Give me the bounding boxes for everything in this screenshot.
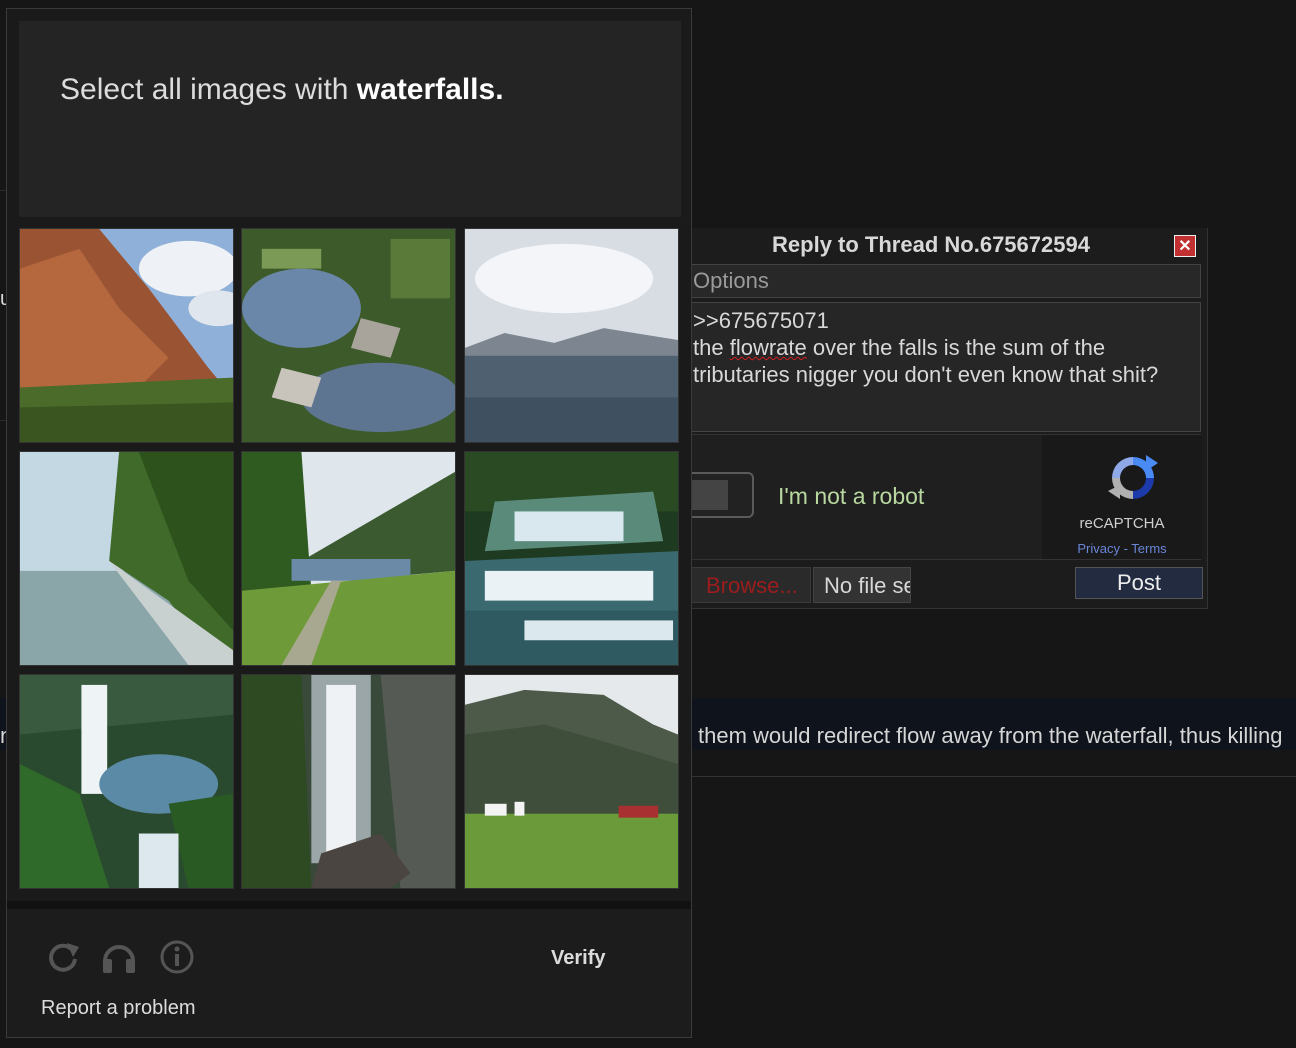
quick-reply-form: Reply to Thread No.675672594 ✕ Options >…	[690, 228, 1208, 609]
recaptcha-links: Privacy - Terms	[1042, 541, 1202, 556]
image-tile-mountain[interactable]	[464, 674, 679, 889]
browse-button[interactable]: Browse...	[691, 567, 811, 603]
recaptcha-brand-text: reCAPTCHA	[1079, 515, 1165, 532]
comment-line-1: >>675675071	[693, 308, 829, 333]
report-problem-link[interactable]: Report a problem	[41, 997, 196, 1020]
background-divider	[692, 776, 1296, 777]
file-status: No file selected.	[813, 567, 911, 603]
privacy-link[interactable]: Privacy	[1077, 541, 1120, 556]
image-tile-river[interactable]	[19, 451, 234, 666]
recaptcha-branding: reCAPTCHA Privacy - Terms	[1042, 435, 1202, 559]
challenge-footer: Verify Report a problem	[7, 909, 691, 1037]
comment-textarea[interactable]: >>675675071 the flowrate over the falls …	[691, 302, 1201, 432]
image-tile-valley[interactable]	[241, 451, 456, 666]
options-field[interactable]: Options	[691, 264, 1201, 298]
reply-title: Reply to Thread No.675672594	[772, 232, 1090, 257]
challenge-prompt: Select all images with waterfalls.	[60, 73, 504, 107]
recaptcha-checkbox[interactable]	[692, 472, 754, 518]
challenge-header: Select all images with waterfalls.	[19, 21, 681, 217]
comment-line-2-pre: the	[693, 335, 730, 360]
post-button[interactable]: Post	[1075, 567, 1203, 599]
close-icon[interactable]: ✕	[1174, 235, 1196, 257]
headphones-icon[interactable]	[101, 939, 137, 975]
info-icon[interactable]	[159, 939, 195, 975]
image-tile-cliff[interactable]	[19, 228, 234, 443]
reload-icon[interactable]	[45, 939, 81, 975]
image-tile-stream[interactable]	[241, 228, 456, 443]
recaptcha-logo-icon	[1108, 455, 1158, 499]
comment-line-3: tributaries nigger you don't even know t…	[693, 362, 1159, 387]
comment-line-2-post: over the falls is the sum of the	[806, 335, 1106, 360]
verify-button[interactable]: Verify	[551, 947, 605, 970]
image-tile-canyon-falls[interactable]	[19, 674, 234, 889]
image-tile-lake[interactable]	[464, 228, 679, 443]
captcha-challenge-popup: Select all images with waterfalls. Verif…	[6, 8, 692, 1038]
recaptcha-widget: I'm not a robot reCAPTCHA Privacy - Term…	[691, 434, 1202, 560]
terms-link[interactable]: Terms	[1131, 541, 1166, 556]
misspelled-word: flowrate	[729, 335, 807, 360]
image-tile-tall-falls[interactable]	[241, 674, 456, 889]
link-separator: -	[1119, 541, 1132, 556]
prompt-text: Select all images with	[60, 73, 357, 106]
prompt-target: waterfalls.	[356, 73, 504, 106]
recaptcha-label: I'm not a robot	[778, 483, 925, 509]
background-post-text: them would redirect flow away from the w…	[698, 723, 1283, 748]
image-tile-cascade[interactable]	[464, 451, 679, 666]
challenge-separator	[7, 901, 691, 909]
